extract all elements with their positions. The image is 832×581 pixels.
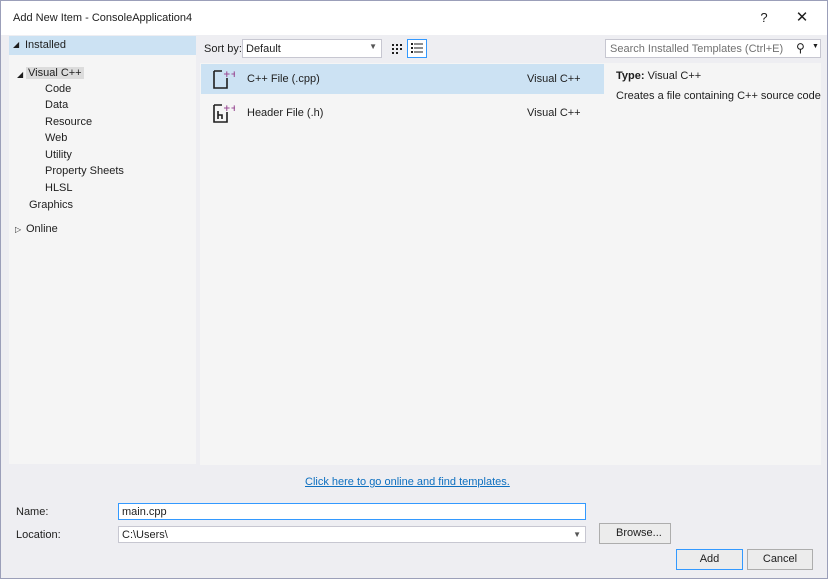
location-field[interactable]: C:\Users\ ▼	[118, 526, 586, 543]
template-row-cpp-file[interactable]: ++ C++ File (.cpp) Visual C++	[201, 64, 604, 94]
sort-by-label: Sort by:	[204, 43, 242, 55]
location-value: C:\Users\	[122, 529, 168, 541]
installed-label: Installed	[25, 39, 66, 51]
expanded-triangle-icon: ◢	[13, 40, 20, 49]
tree-item-visual-cpp[interactable]: Visual C++	[26, 67, 84, 79]
browse-button[interactable]: Browse...	[599, 523, 671, 544]
expanded-triangle-icon[interactable]: ◢	[17, 70, 23, 79]
tree-item-code[interactable]: Code	[45, 83, 71, 95]
online-templates-link[interactable]: Click here to go online and find templat…	[305, 476, 510, 488]
tree-item-property-sheets[interactable]: Property Sheets	[45, 165, 124, 177]
search-input[interactable]	[608, 41, 788, 56]
location-label: Location:	[16, 529, 61, 541]
sort-by-select[interactable]: Default ▼	[242, 39, 382, 58]
installed-header[interactable]: ◢ Installed	[9, 36, 196, 55]
tree-item-hlsl[interactable]: HLSL	[45, 182, 73, 194]
search-icon[interactable]: ⚲	[796, 41, 805, 55]
details-panel	[605, 63, 821, 465]
tree-item-web[interactable]: Web	[45, 132, 67, 144]
small-icons-view-icon	[392, 44, 402, 54]
template-language: Visual C++	[527, 107, 581, 119]
window-title: Add New Item - ConsoleApplication4	[13, 12, 193, 24]
tree-item-data[interactable]: Data	[45, 99, 68, 111]
template-language: Visual C++	[527, 73, 581, 85]
template-row-header-file[interactable]: ++ Header File (.h) Visual C++	[201, 98, 604, 128]
category-panel	[9, 36, 196, 464]
name-field[interactable]	[118, 503, 586, 520]
collapsed-triangle-icon[interactable]: ▷	[15, 225, 21, 234]
list-view-icon	[411, 43, 423, 53]
tree-item-online[interactable]: Online	[26, 223, 58, 235]
template-name: C++ File (.cpp)	[247, 73, 320, 85]
cpp-file-icon: ++	[213, 70, 235, 89]
add-new-item-dialog: Add New Item - ConsoleApplication4 ? ✕ ◢…	[0, 0, 828, 579]
svg-text:++: ++	[223, 104, 235, 114]
cancel-button[interactable]: Cancel	[747, 549, 813, 570]
template-description: Creates a file containing C++ source cod…	[616, 90, 821, 102]
view-small-icons-button[interactable]	[387, 39, 407, 58]
chevron-down-icon[interactable]: ▼	[812, 43, 819, 50]
view-list-button[interactable]	[407, 39, 427, 58]
help-button[interactable]: ?	[752, 7, 776, 29]
tree-item-resource[interactable]: Resource	[45, 116, 92, 128]
template-name: Header File (.h)	[247, 107, 324, 119]
type-value: Visual C++	[647, 70, 702, 82]
title-bar: Add New Item - ConsoleApplication4 ? ✕	[1, 1, 827, 35]
chevron-down-icon: ▼	[369, 42, 377, 51]
tree-item-graphics[interactable]: Graphics	[29, 199, 73, 211]
name-label: Name:	[16, 506, 49, 518]
add-button[interactable]: Add	[676, 549, 743, 570]
svg-text:++: ++	[223, 70, 235, 80]
search-box[interactable]: ⚲ ▼	[605, 39, 821, 58]
type-label: Type:	[616, 70, 645, 82]
chevron-down-icon[interactable]: ▼	[573, 530, 581, 539]
sort-by-value: Default	[246, 43, 281, 55]
type-line: Type: Visual C++	[616, 70, 701, 82]
close-button[interactable]: ✕	[790, 7, 814, 29]
tree-item-utility[interactable]: Utility	[45, 149, 72, 161]
header-file-icon: ++	[213, 104, 235, 123]
